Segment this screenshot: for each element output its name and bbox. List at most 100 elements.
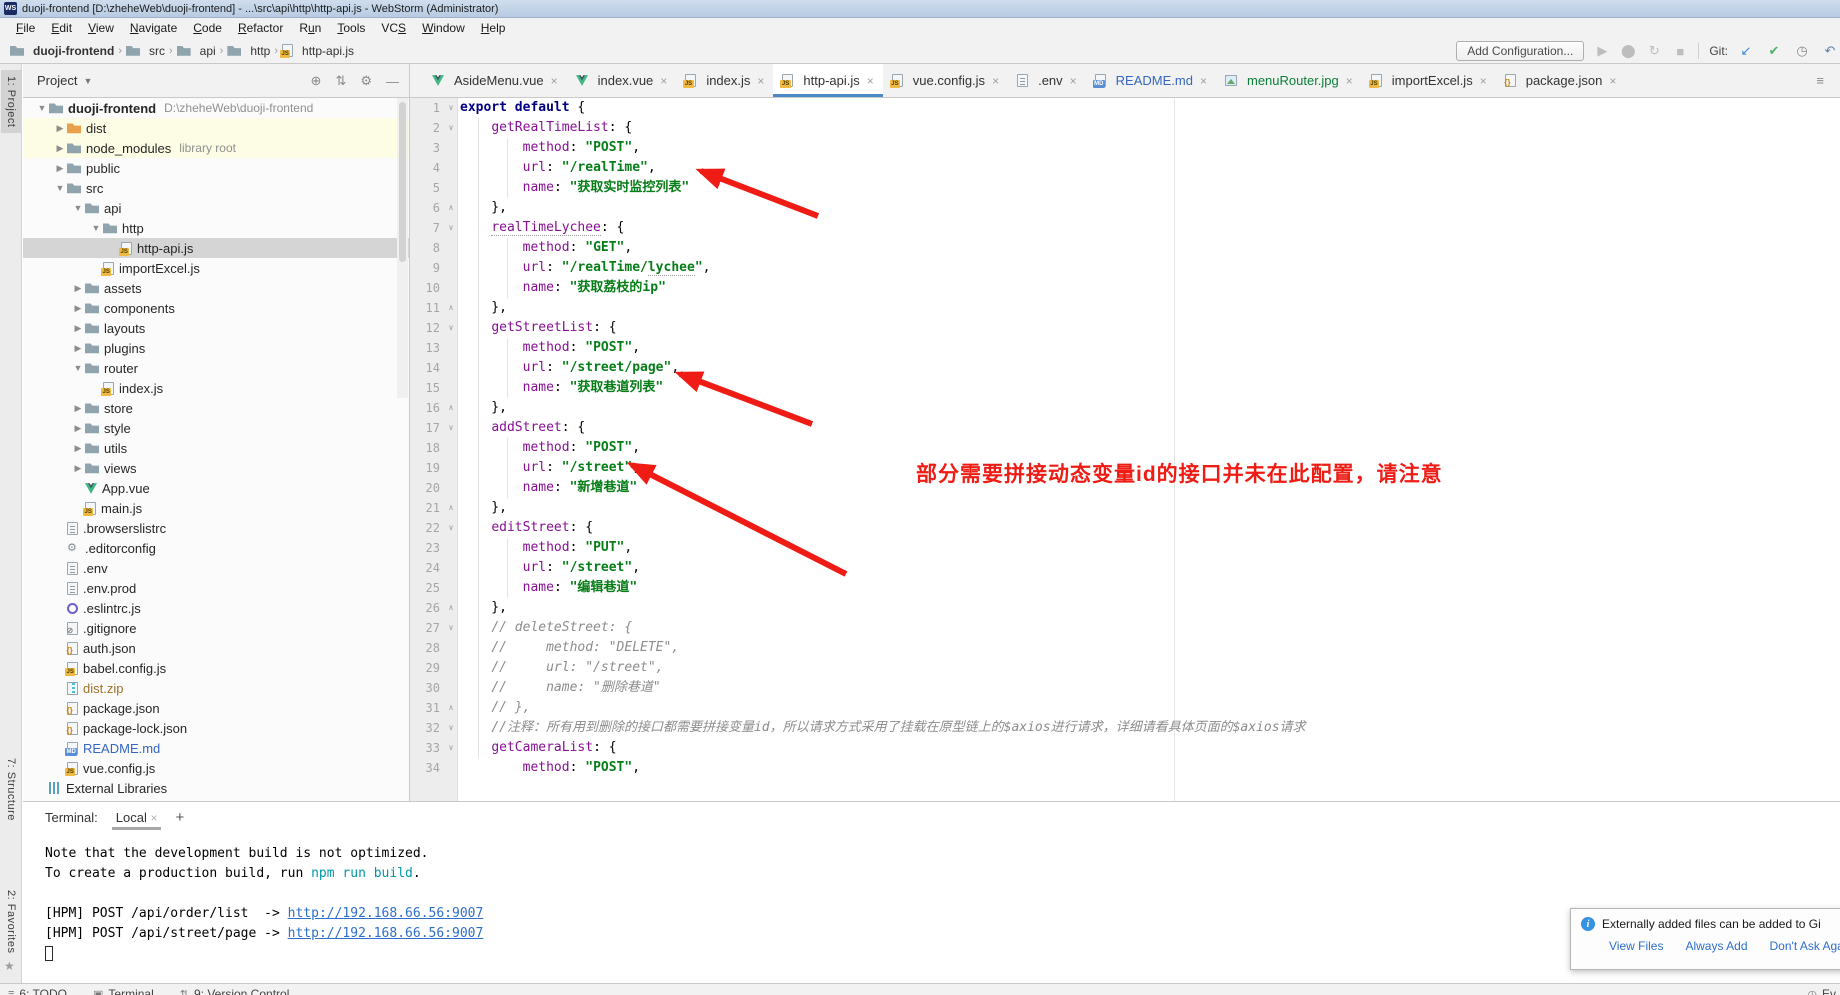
tree-item-readme-md[interactable]: MDREADME.md	[23, 738, 409, 758]
fold-open-icon[interactable]: ∨	[444, 218, 458, 238]
fold-open-icon[interactable]: ∨	[444, 98, 458, 118]
chevron-collapsed-icon[interactable]: ▶	[53, 143, 67, 154]
close-icon[interactable]: ×	[660, 74, 667, 88]
tab-index-vue[interactable]: index.vue×	[567, 64, 677, 97]
tab-readme-md[interactable]: MDREADME.md×	[1086, 64, 1216, 97]
tree-item-browserslistrc[interactable]: .browserslistrc	[23, 518, 409, 538]
coverage-icon[interactable]: ↻	[1646, 43, 1662, 59]
breadcrumb-item-http-api-js[interactable]: JShttp-api.js	[282, 44, 354, 58]
fold-open-icon[interactable]: ∨	[444, 118, 458, 138]
hide-panel-icon[interactable]: ―	[386, 74, 399, 89]
menu-item-file[interactable]: File	[8, 19, 43, 37]
terminal-link[interactable]: http://192.168.66.56:9007	[288, 926, 484, 941]
statusbar-item-terminal[interactable]: ▣Terminal	[93, 987, 154, 995]
close-icon[interactable]: ×	[757, 74, 764, 88]
menu-item-refactor[interactable]: Refactor	[230, 19, 291, 37]
fold-close-icon[interactable]: ∧	[444, 598, 458, 618]
fold-close-icon[interactable]: ∧	[444, 198, 458, 218]
fold-open-icon[interactable]: ∨	[444, 418, 458, 438]
statusbar-item-9-version-control[interactable]: ⇅9: Version Control	[180, 987, 290, 995]
fold-close-icon[interactable]: ∧	[444, 298, 458, 318]
chevron-expanded-icon[interactable]: ▼	[35, 103, 49, 113]
chevron-collapsed-icon[interactable]: ▶	[71, 283, 85, 294]
fold-open-icon[interactable]: ∨	[444, 718, 458, 738]
tree-item-importexcel-js[interactable]: JSimportExcel.js	[23, 258, 409, 278]
chevron-collapsed-icon[interactable]: ▶	[71, 343, 85, 354]
chevron-expanded-icon[interactable]: ▼	[71, 363, 85, 373]
close-icon[interactable]: ×	[992, 74, 999, 88]
fold-close-icon[interactable]: ∧	[444, 698, 458, 718]
breadcrumb-item-api[interactable]: api	[177, 44, 216, 58]
tree-item-env-prod[interactable]: .env.prod	[23, 578, 409, 598]
terminal-tab-local[interactable]: Local ×	[112, 805, 162, 830]
tree-item-utils[interactable]: ▶utils	[23, 438, 409, 458]
revert-icon[interactable]: ↶	[1822, 43, 1838, 59]
chevron-collapsed-icon[interactable]: ▶	[53, 123, 67, 134]
tree-item-style[interactable]: ▶style	[23, 418, 409, 438]
tree-item-views[interactable]: ▶views	[23, 458, 409, 478]
tree-item-duoji-frontend[interactable]: ▼duoji-frontendD:\zheheWeb\duoji-fronten…	[23, 98, 409, 118]
menu-item-navigate[interactable]: Navigate	[122, 19, 185, 37]
menu-item-code[interactable]: Code	[185, 19, 230, 37]
fold-close-icon[interactable]: ∧	[444, 498, 458, 518]
tree-item-node-modules[interactable]: ▶node_moduleslibrary root	[23, 138, 409, 158]
tree-item-src[interactable]: ▼src	[23, 178, 409, 198]
tree-item-dist[interactable]: ▶dist	[23, 118, 409, 138]
menu-item-view[interactable]: View	[80, 19, 122, 37]
chevron-expanded-icon[interactable]: ▼	[53, 183, 67, 193]
tree-item-package-json[interactable]: {}package.json	[23, 698, 409, 718]
menu-item-run[interactable]: Run	[291, 19, 329, 37]
close-icon[interactable]: ×	[1609, 74, 1616, 88]
chevron-collapsed-icon[interactable]: ▶	[71, 423, 85, 434]
tree-item-auth-json[interactable]: {}auth.json	[23, 638, 409, 658]
debug-icon[interactable]: ⬤	[1620, 43, 1636, 59]
toolwindow-structure-button[interactable]: 7: Structure	[1, 752, 21, 827]
tree-item-app-vue[interactable]: App.vue	[23, 478, 409, 498]
expand-collapse-icon[interactable]: ⇅	[335, 73, 346, 89]
tree-item-components[interactable]: ▶components	[23, 298, 409, 318]
chevron-collapsed-icon[interactable]: ▶	[71, 463, 85, 474]
tab-menurouter-jpg[interactable]: menuRouter.jpg×	[1216, 64, 1362, 97]
tree-item-external-libraries[interactable]: External Libraries	[23, 778, 409, 798]
fold-open-icon[interactable]: ∨	[444, 518, 458, 538]
project-scrollbar[interactable]	[397, 98, 408, 398]
tree-item-package-lock-json[interactable]: {}package-lock.json	[23, 718, 409, 738]
tree-item-vue-config-js[interactable]: JSvue.config.js	[23, 758, 409, 778]
run-icon[interactable]: ▶	[1594, 43, 1610, 59]
breadcrumb-item-duoji-frontend[interactable]: duoji-frontend	[10, 44, 114, 58]
git-update-icon[interactable]: ↙	[1738, 43, 1754, 59]
toolwindow-favorites-button[interactable]: 2: Favorites	[1, 884, 21, 959]
chevron-collapsed-icon[interactable]: ▶	[71, 303, 85, 314]
scrollbar-thumb[interactable]	[399, 102, 406, 262]
stop-icon[interactable]: ■	[1672, 44, 1688, 59]
tab-http-api-js[interactable]: JShttp-api.js×	[773, 64, 882, 97]
close-icon[interactable]: ×	[1346, 74, 1353, 88]
close-icon[interactable]: ×	[1200, 74, 1207, 88]
tree-item-http-api-js[interactable]: JShttp-api.js	[23, 238, 409, 258]
tree-item-index-js[interactable]: JSindex.js	[23, 378, 409, 398]
tree-item-public[interactable]: ▶public	[23, 158, 409, 178]
menu-item-edit[interactable]: Edit	[43, 19, 80, 37]
tree-item-api[interactable]: ▼api	[23, 198, 409, 218]
menu-item-window[interactable]: Window	[414, 19, 473, 37]
history-icon[interactable]: ◷	[1794, 43, 1810, 59]
toolwindow-project-button[interactable]: 1: Project	[1, 70, 21, 133]
terminal-link[interactable]: http://192.168.66.56:9007	[288, 906, 484, 921]
tree-item-dist-zip[interactable]: dist.zip	[23, 678, 409, 698]
new-terminal-icon[interactable]: +	[175, 809, 184, 826]
chevron-collapsed-icon[interactable]: ▶	[71, 403, 85, 414]
notification-link-view-files[interactable]: View Files	[1609, 939, 1663, 953]
tab-asidemenu-vue[interactable]: AsideMenu.vue×	[423, 64, 567, 97]
fold-open-icon[interactable]: ∨	[444, 738, 458, 758]
tree-item-main-js[interactable]: JSmain.js	[23, 498, 409, 518]
tab-list-icon[interactable]: ≡	[1816, 73, 1824, 88]
tab-vue-config-js[interactable]: JSvue.config.js×	[883, 64, 1008, 97]
close-icon[interactable]: ×	[1070, 74, 1077, 88]
close-icon[interactable]: ×	[867, 74, 874, 88]
close-icon[interactable]: ×	[1480, 74, 1487, 88]
notification-link-always-add[interactable]: Always Add	[1685, 939, 1747, 953]
tab-index-js[interactable]: JSindex.js×	[676, 64, 773, 97]
chevron-expanded-icon[interactable]: ▼	[71, 203, 85, 213]
tree-item-http[interactable]: ▼http	[23, 218, 409, 238]
chevron-collapsed-icon[interactable]: ▶	[71, 443, 85, 454]
